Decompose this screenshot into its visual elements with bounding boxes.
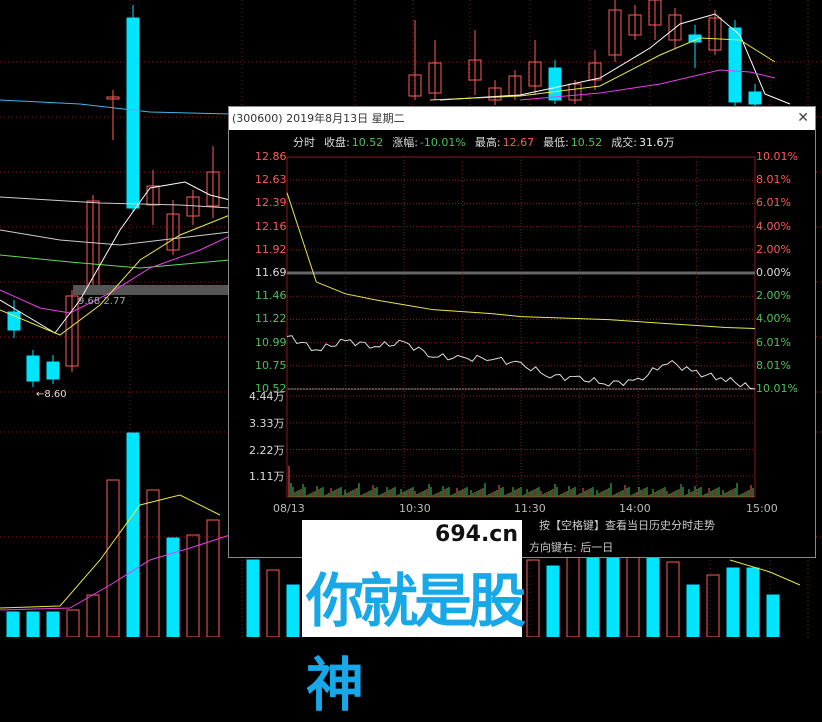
bg-volume-bar <box>6 611 20 637</box>
hint-next-day: 方向键右: 后一日 <box>529 541 614 554</box>
time-axis-label: 15:00 <box>746 502 778 515</box>
bg-volume-bar <box>26 611 40 637</box>
bg-candle-body <box>548 67 562 101</box>
volume-axis-label: 1.11万 <box>249 470 285 484</box>
percent-axis-label: 10.01% <box>756 382 798 395</box>
price-axis-label: 11.69 <box>255 266 287 279</box>
bg-volume-bar <box>206 519 220 637</box>
price-axis-label: 10.75 <box>255 358 287 372</box>
bg-vol-ma-right <box>729 559 801 586</box>
bg-ma-yellow-right <box>429 37 776 101</box>
intraday-chart[interactable] <box>229 107 817 559</box>
bg-volume-bar <box>666 561 680 637</box>
bg-price-band <box>73 285 233 295</box>
price-axis-label: 11.22 <box>255 312 287 326</box>
bg-candle-body <box>126 17 140 209</box>
bg-volume-bar <box>586 547 600 637</box>
percent-axis-label: 0.00% <box>756 266 791 279</box>
bg-volume-bar <box>126 432 140 637</box>
percent-axis-label: 2.00% <box>756 289 791 303</box>
bg-ma-gray <box>0 196 231 209</box>
percent-axis-label: 4.00% <box>756 219 791 233</box>
bg-volume-bar <box>686 584 700 637</box>
bg-volume-bar <box>546 565 560 637</box>
bg-volume-bar <box>766 594 780 637</box>
price-axis-label: 12.63 <box>255 173 287 187</box>
bg-volume-bar <box>706 574 720 637</box>
bg-low-label: ←8.60 <box>36 389 67 400</box>
bg-ma-cyan <box>0 99 231 115</box>
time-axis-label: 08/13 <box>273 502 305 515</box>
price-axis-label: 12.16 <box>255 219 287 233</box>
intraday-popup-window[interactable]: (300600) 2019年8月13日 星期二 ✕ 分时 收盘: 10.52 涨幅… <box>228 106 816 558</box>
watermark-domain: 694.cn <box>435 522 518 547</box>
volume-axis-label: 3.33万 <box>249 416 285 430</box>
bg-candle-body <box>46 361 60 380</box>
percent-axis-label: 6.01% <box>756 196 791 210</box>
time-axis-label: 11:30 <box>514 502 546 515</box>
time-axis-label: 10:30 <box>399 502 431 515</box>
bg-mid-label: 9.68 2.77 <box>78 296 126 307</box>
bg-volume-bar <box>566 551 580 637</box>
bg-volume-bar <box>526 559 540 637</box>
bg-volume-bar <box>46 611 60 637</box>
hint-history: 按【空格键】查看当日历史分时走势 <box>539 519 715 532</box>
percent-axis-label: 10.01% <box>756 150 798 163</box>
volume-axis-label: 2.22万 <box>249 443 285 457</box>
price-axis-label: 11.92 <box>255 242 287 256</box>
percent-axis-label: 4.00% <box>756 312 791 326</box>
bg-candle-body <box>748 91 762 105</box>
price-axis-label: 11.46 <box>255 289 287 303</box>
bg-volume-bar <box>146 489 160 637</box>
bg-vol-ma-magenta <box>0 534 231 611</box>
bg-candle-body <box>26 355 40 382</box>
bg-volume-bar <box>606 547 620 637</box>
bg-ma-gray2 <box>0 229 231 246</box>
bg-candle-body <box>7 311 21 331</box>
watermark-slogan: 你就是股神 <box>306 567 526 719</box>
bg-volume-bar <box>626 555 640 637</box>
bg-volume-bar <box>646 547 660 637</box>
percent-axis-label: 6.01% <box>756 335 791 349</box>
percent-axis-label: 8.01% <box>756 173 791 187</box>
bg-volume-bar <box>286 584 300 637</box>
percent-axis-label: 2.00% <box>756 242 791 256</box>
bg-volume-bar <box>86 594 100 637</box>
volume-axis-label: 4.44万 <box>249 390 285 403</box>
bg-volume-bar <box>266 569 280 637</box>
time-axis-label: 14:00 <box>619 502 651 515</box>
avg-price-line <box>286 192 756 330</box>
bg-volume-bar <box>746 567 760 637</box>
bg-ma-yellow <box>0 214 231 336</box>
watermark-logo: 694.cn 你就是股神 <box>302 520 526 719</box>
price-axis-label: 12.86 <box>255 150 287 163</box>
price-axis-label: 12.39 <box>255 196 287 210</box>
bg-volume-bar <box>106 479 120 637</box>
bg-volume-bar <box>246 559 260 637</box>
bg-ma-white <box>0 181 231 334</box>
bg-volume-bar <box>66 609 80 637</box>
bg-volume-bar <box>186 534 200 637</box>
bg-volume-bar <box>726 567 740 637</box>
price-axis-label: 10.99 <box>255 335 287 349</box>
percent-axis-label: 8.01% <box>756 358 791 372</box>
bg-ma-green <box>0 254 231 269</box>
